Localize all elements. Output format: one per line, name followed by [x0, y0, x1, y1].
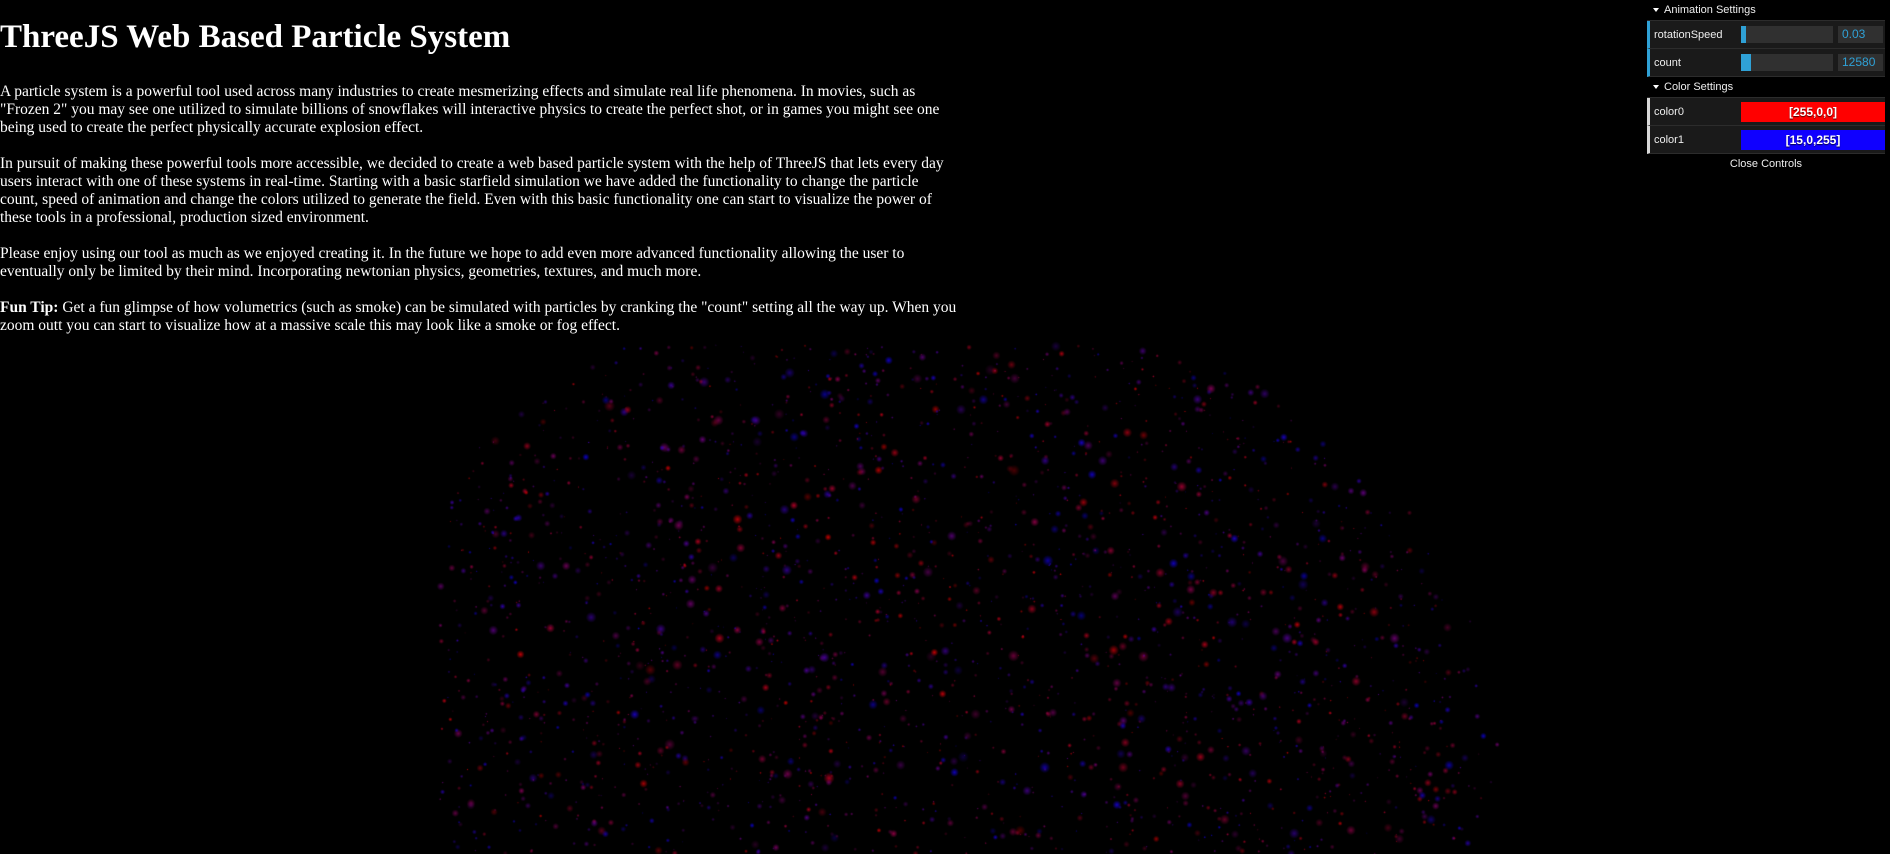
rotation-speed-label: rotationSpeed	[1654, 28, 1723, 41]
count-input[interactable]: 12580	[1838, 54, 1883, 71]
color-settings-folder[interactable]: Color Settings	[1647, 77, 1885, 98]
count-slider-fill	[1741, 54, 1752, 71]
page-title: ThreeJS Web Based Particle System	[0, 19, 511, 55]
count-label: count	[1654, 56, 1681, 69]
caret-down-icon	[1653, 85, 1659, 89]
color-settings-title: Color Settings	[1664, 81, 1734, 93]
controls-panel: Animation Settings rotationSpeed 0.03 co…	[1647, 0, 1885, 174]
article: ThreeJS Web Based Particle System A part…	[0, 0, 960, 353]
color0-label: color0	[1654, 105, 1684, 118]
color1-swatch[interactable]: [15,0,255]	[1741, 129, 1885, 150]
animation-settings-title: Animation Settings	[1664, 4, 1756, 16]
caret-down-icon	[1653, 8, 1659, 12]
color0-swatch[interactable]: [255,0,0]	[1741, 101, 1885, 122]
fun-tip-text: Get a fun glimpse of how volumetrics (su…	[0, 299, 957, 334]
count-control: count 12580	[1647, 49, 1885, 77]
rotation-speed-slider-fill	[1741, 26, 1746, 43]
pursuit-paragraph: In pursuit of making these powerful tool…	[0, 155, 944, 226]
enjoy-paragraph: Please enjoy using our tool as much as w…	[0, 245, 905, 280]
color0-control: color0 [255,0,0]	[1647, 98, 1885, 126]
fun-tip-label: Fun Tip:	[0, 299, 59, 316]
close-controls-button[interactable]: Close Controls	[1647, 154, 1885, 174]
count-slider[interactable]	[1741, 54, 1833, 71]
color1-control: color1 [15,0,255]	[1647, 126, 1885, 154]
rotation-speed-input[interactable]: 0.03	[1838, 26, 1883, 43]
animation-settings-folder[interactable]: Animation Settings	[1647, 0, 1885, 21]
color1-label: color1	[1654, 133, 1684, 146]
intro-paragraph: A particle system is a powerful tool use…	[0, 83, 940, 136]
fun-tip-paragraph: Fun Tip: Get a fun glimpse of how volume…	[0, 299, 958, 335]
rotation-speed-control: rotationSpeed 0.03	[1647, 21, 1885, 49]
rotation-speed-slider[interactable]	[1741, 26, 1833, 43]
